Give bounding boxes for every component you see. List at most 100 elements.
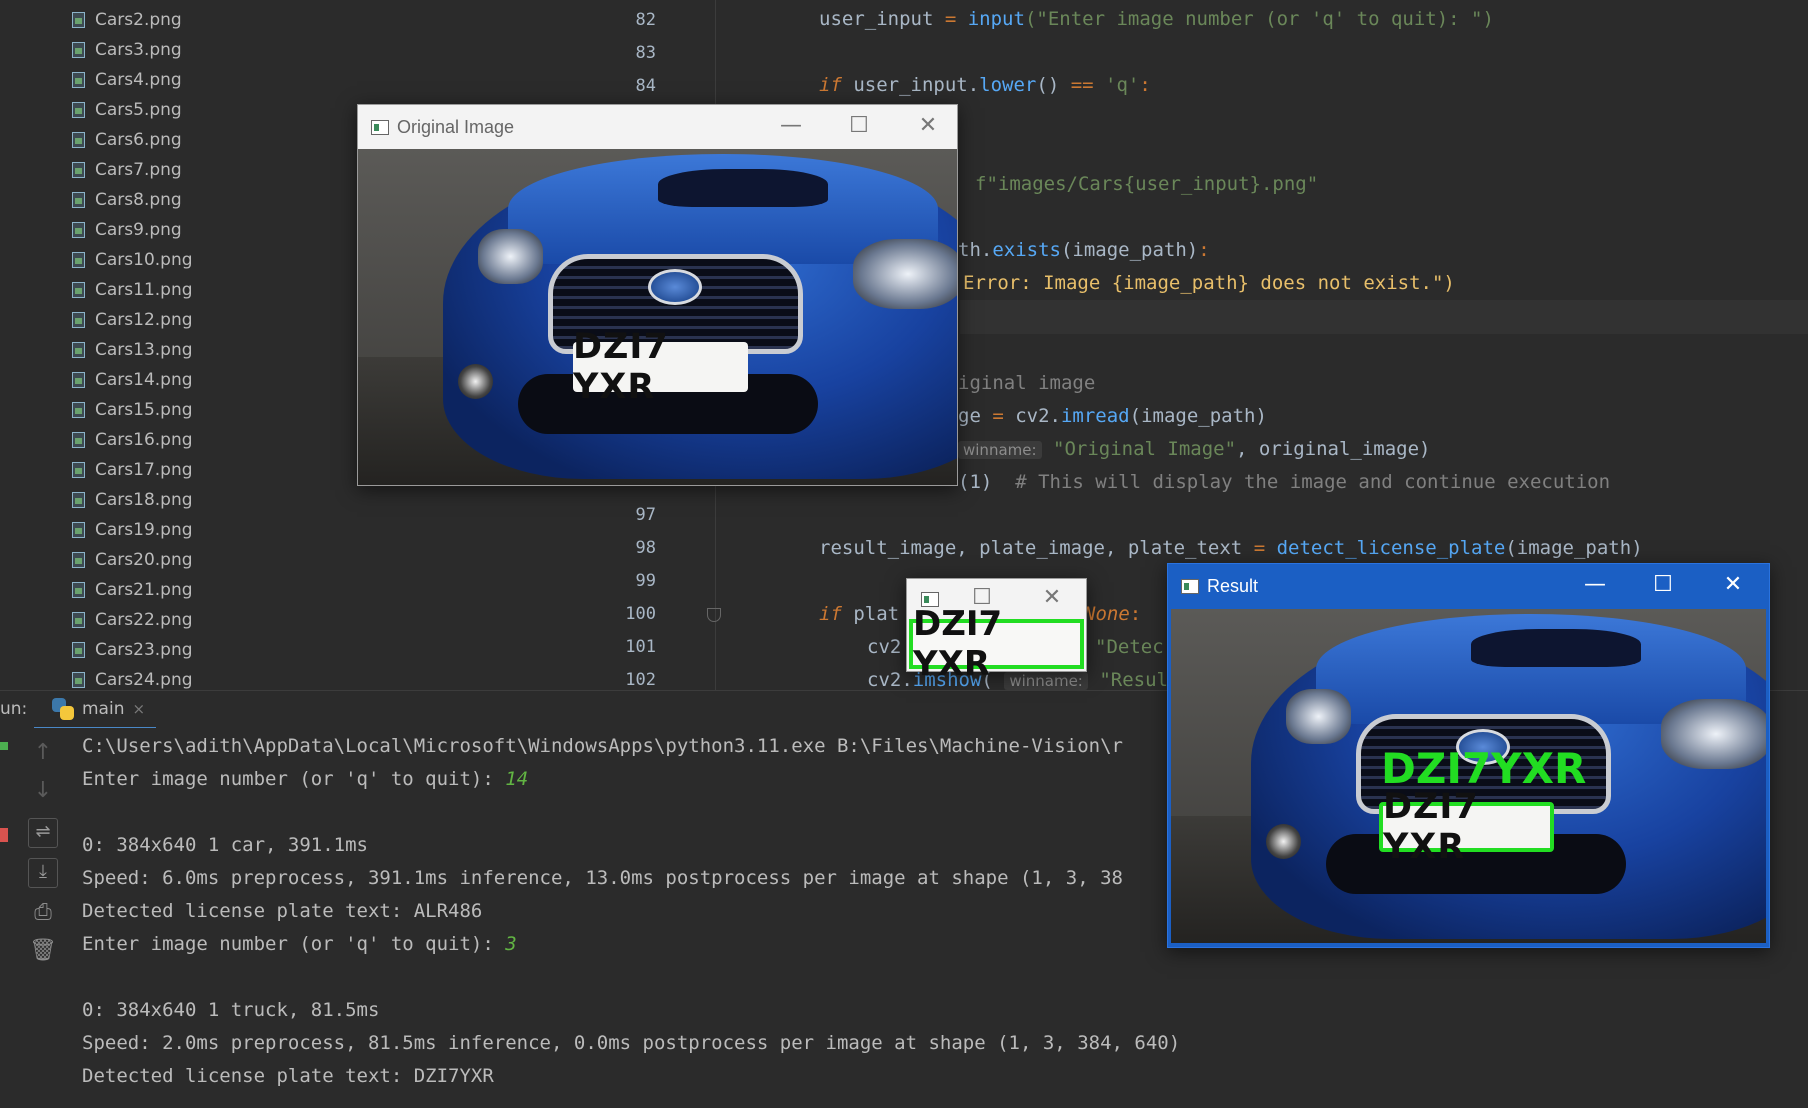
file-item[interactable]: Cars7.png: [72, 155, 182, 185]
file-name: Cars18.png: [95, 490, 193, 510]
console-line: 0: 384x640 1 car, 391.1ms: [82, 834, 368, 856]
code-line-93[interactable]: iginal image: [958, 372, 1095, 394]
image-file-icon: [72, 492, 85, 508]
code-line-82[interactable]: user_input = input("Enter image number (…: [819, 8, 1494, 30]
scroll-to-end-icon[interactable]: ⤓: [28, 858, 58, 888]
line-number: 101: [625, 637, 656, 657]
file-name: Cars15.png: [95, 400, 193, 420]
window-title: Original Image: [397, 116, 515, 137]
file-item[interactable]: Cars19.png: [72, 515, 193, 545]
file-name: Cars12.png: [95, 310, 193, 330]
file-item[interactable]: Cars24.png: [72, 665, 193, 690]
image-file-icon: [72, 522, 85, 538]
console-line: Enter image number (or 'q' to quit): 3: [82, 933, 517, 955]
file-item[interactable]: Cars10.png: [72, 245, 193, 275]
file-item[interactable]: Cars9.png: [72, 215, 182, 245]
code-line-90[interactable]: Error: Image {image_path} does not exist…: [963, 272, 1455, 294]
plate-image-window[interactable]: ☐ ✕ DZI7 YXR: [906, 578, 1087, 684]
code-line-96[interactable]: (1) # This will display the image and co…: [958, 471, 1610, 493]
image-file-icon: [72, 132, 85, 148]
file-item[interactable]: Cars5.png: [72, 95, 182, 125]
run-tab-main[interactable]: main ×: [34, 691, 156, 730]
code-line-89[interactable]: th.exists(image_path):: [958, 239, 1210, 261]
license-plate: DZI7 YXR: [573, 327, 748, 407]
file-item[interactable]: Cars15.png: [72, 395, 193, 425]
minimize-button[interactable]: —: [756, 113, 826, 138]
code-line-101[interactable]: cv2: [867, 636, 901, 658]
fold-marker-icon[interactable]: [707, 608, 721, 622]
file-name: Cars4.png: [95, 70, 182, 90]
file-name: Cars2.png: [95, 10, 182, 30]
minimize-button[interactable]: —: [1560, 572, 1630, 597]
console-line: Speed: 2.0ms preprocess, 81.5ms inferenc…: [82, 1032, 1181, 1054]
image-file-icon: [72, 462, 85, 478]
file-item[interactable]: Cars22.png: [72, 605, 193, 635]
image-file-icon: [72, 672, 85, 688]
file-name: Cars17.png: [95, 460, 193, 480]
file-name: Cars13.png: [95, 340, 193, 360]
code-line-95[interactable]: winname: "Original Image", original_imag…: [958, 438, 1431, 460]
scroll-up-icon[interactable]: ↑: [28, 740, 58, 765]
file-item[interactable]: Cars17.png: [72, 455, 193, 485]
file-name: Cars7.png: [95, 160, 182, 180]
param-hint: winname:: [958, 441, 1042, 459]
console-line: Detected license plate text: DZI7YXR: [82, 1065, 494, 1087]
file-item[interactable]: Cars13.png: [72, 335, 193, 365]
code-line-94[interactable]: ge = cv2.imread(image_path): [958, 405, 1267, 427]
file-item[interactable]: Cars12.png: [72, 305, 193, 335]
file-item[interactable]: Cars18.png: [72, 485, 193, 515]
image-file-icon: [72, 372, 85, 388]
trash-icon[interactable]: 🗑: [28, 938, 58, 963]
line-number: 99: [635, 571, 656, 591]
print-icon[interactable]: ⎙: [28, 900, 58, 925]
image-file-icon: [72, 102, 85, 118]
run-label: un:: [0, 699, 28, 719]
file-item[interactable]: Cars20.png: [72, 545, 193, 575]
file-item[interactable]: Cars6.png: [72, 125, 182, 155]
file-item[interactable]: Cars14.png: [72, 365, 193, 395]
original-image-window[interactable]: Original Image — ☐ ✕ DZI7 YXR: [357, 104, 958, 486]
code-line-87[interactable]: f"images/Cars{user_input}.png": [975, 173, 1318, 195]
file-name: Cars14.png: [95, 370, 193, 390]
file-name: Cars23.png: [95, 640, 193, 660]
line-number: 98: [635, 538, 656, 558]
file-item[interactable]: Cars21.png: [72, 575, 193, 605]
file-item[interactable]: Cars8.png: [72, 185, 182, 215]
soft-wrap-icon[interactable]: ⇌: [28, 818, 58, 848]
file-item[interactable]: Cars2.png: [72, 5, 182, 35]
maximize-button[interactable]: ☐: [1628, 572, 1698, 597]
file-name: Cars20.png: [95, 550, 193, 570]
file-item[interactable]: Cars4.png: [72, 65, 182, 95]
file-item[interactable]: Cars23.png: [72, 635, 193, 665]
result-window[interactable]: Result — ☐ ✕ DZI7 YXR DZI7YXR: [1167, 563, 1770, 948]
code-line-98[interactable]: result_image, plate_image, plate_text = …: [819, 537, 1643, 559]
file-item[interactable]: Cars16.png: [72, 425, 193, 455]
line-number: 102: [625, 670, 656, 690]
detected-plate-box: DZI7 YXR: [1379, 787, 1554, 867]
maximize-button[interactable]: ☐: [824, 113, 894, 138]
python-icon: [52, 698, 74, 720]
window-title: Result: [1207, 575, 1259, 596]
file-item[interactable]: Cars3.png: [72, 35, 182, 65]
code-line-100-tail[interactable]: None:: [1084, 603, 1141, 625]
file-item[interactable]: Cars11.png: [72, 275, 193, 305]
car-image: DZI7 YXR: [358, 149, 957, 485]
rerun-icon[interactable]: [0, 742, 8, 750]
image-file-icon: [72, 42, 85, 58]
code-line-101-tail[interactable]: "Detec: [1095, 636, 1164, 658]
close-tab-icon[interactable]: ×: [132, 700, 145, 718]
image-file-icon: [72, 612, 85, 628]
close-button[interactable]: ✕: [893, 113, 963, 138]
scroll-down-icon[interactable]: ↓: [28, 778, 58, 803]
code-line-84[interactable]: if user_input.lower() == 'q':: [819, 74, 1151, 96]
caret-line-highlight: [960, 300, 1808, 334]
close-button[interactable]: ✕: [1698, 572, 1768, 597]
code-line-100[interactable]: if plat: [819, 603, 899, 625]
stop-icon[interactable]: [0, 828, 8, 842]
image-file-icon: [72, 72, 85, 88]
file-name: Cars10.png: [95, 250, 193, 270]
file-name: Cars19.png: [95, 520, 193, 540]
app-icon: [1181, 578, 1199, 594]
file-name: Cars16.png: [95, 430, 193, 450]
file-name: Cars24.png: [95, 670, 193, 690]
